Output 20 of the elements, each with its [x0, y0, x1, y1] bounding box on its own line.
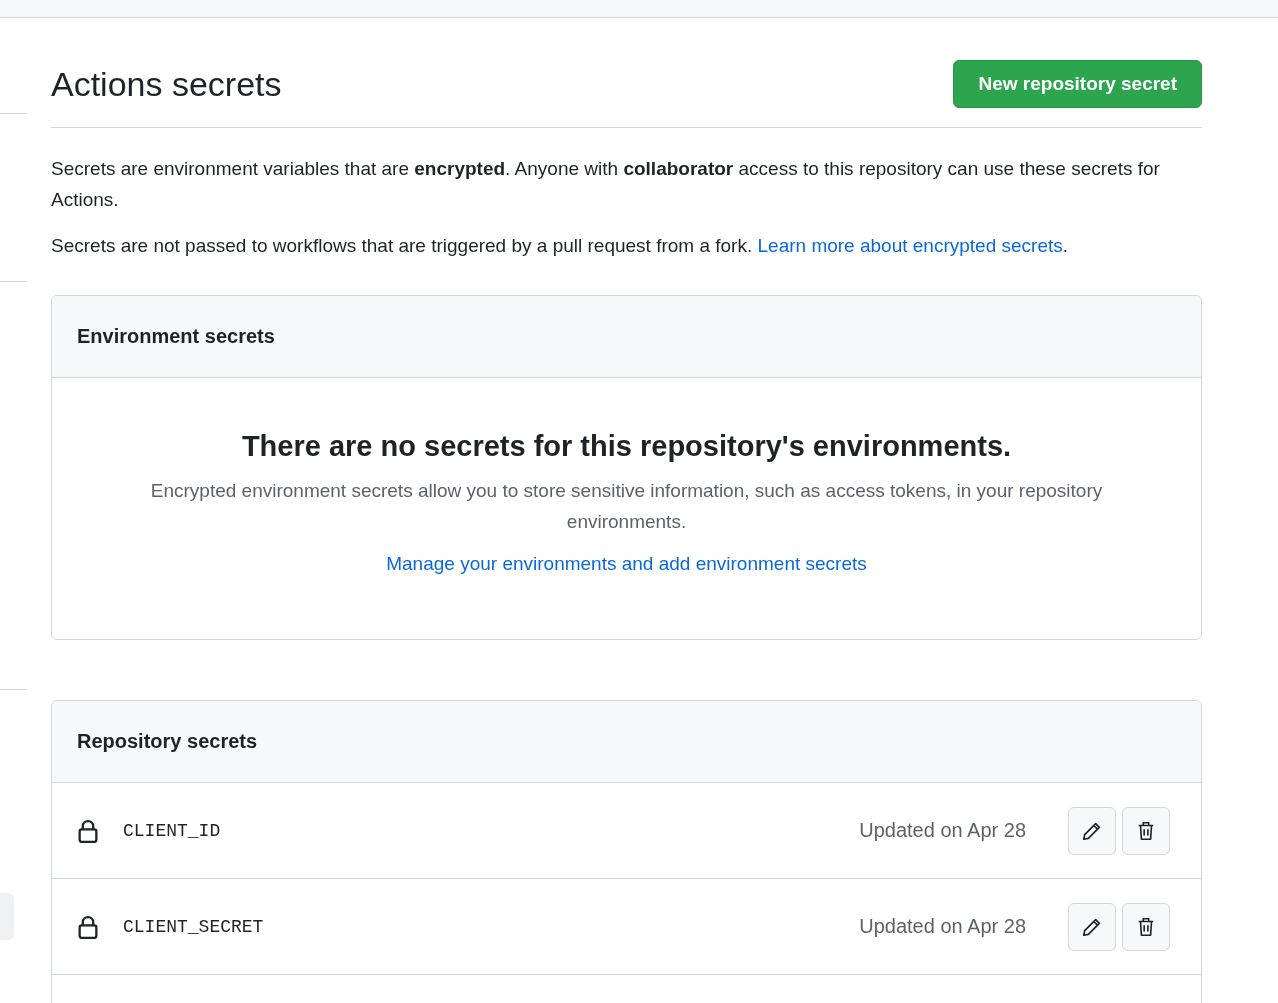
- empty-state-description: Encrypted environment secrets allow you to store sensitive information, such as access tokens, in your repository environments.: [149, 479, 1104, 534]
- lock-icon: [77, 914, 99, 939]
- delete-button[interactable]: [1122, 902, 1170, 951]
- edit-button[interactable]: [1068, 902, 1116, 951]
- delete-button[interactable]: [1122, 806, 1170, 855]
- manage-environments-link[interactable]: Manage your environments and add environment secrets: [386, 553, 867, 575]
- panel-header: Environment secrets: [52, 296, 1201, 378]
- updated-date: Updated on Apr 28: [859, 915, 1026, 938]
- new-secret-button[interactable]: New repository secret: [953, 60, 1202, 108]
- empty-state-title: There are no secrets for this repository's environments.: [241, 430, 1012, 463]
- description-text: Secrets are not passed to workflows that are triggered by a pull request from a fork. Learn more about encrypted secrets.: [51, 234, 1070, 258]
- page-title: Actions secrets: [51, 64, 282, 104]
- secret-name: CLIENT_ID: [123, 820, 222, 841]
- lock-icon: [77, 818, 99, 843]
- secret-name: CLIENT_SECRET: [123, 916, 265, 937]
- learn-more-link[interactable]: Learn more about encrypted secrets: [757, 235, 1063, 256]
- description-text: Secrets are environment variables that are encrypted. Anyone with collaborator access to this repository can use these secrets for Actions.: [51, 157, 1161, 212]
- updated-date: Updated on Apr 28: [859, 819, 1026, 842]
- edit-button[interactable]: [1068, 806, 1116, 855]
- panel-header: Repository secrets: [52, 701, 1201, 783]
